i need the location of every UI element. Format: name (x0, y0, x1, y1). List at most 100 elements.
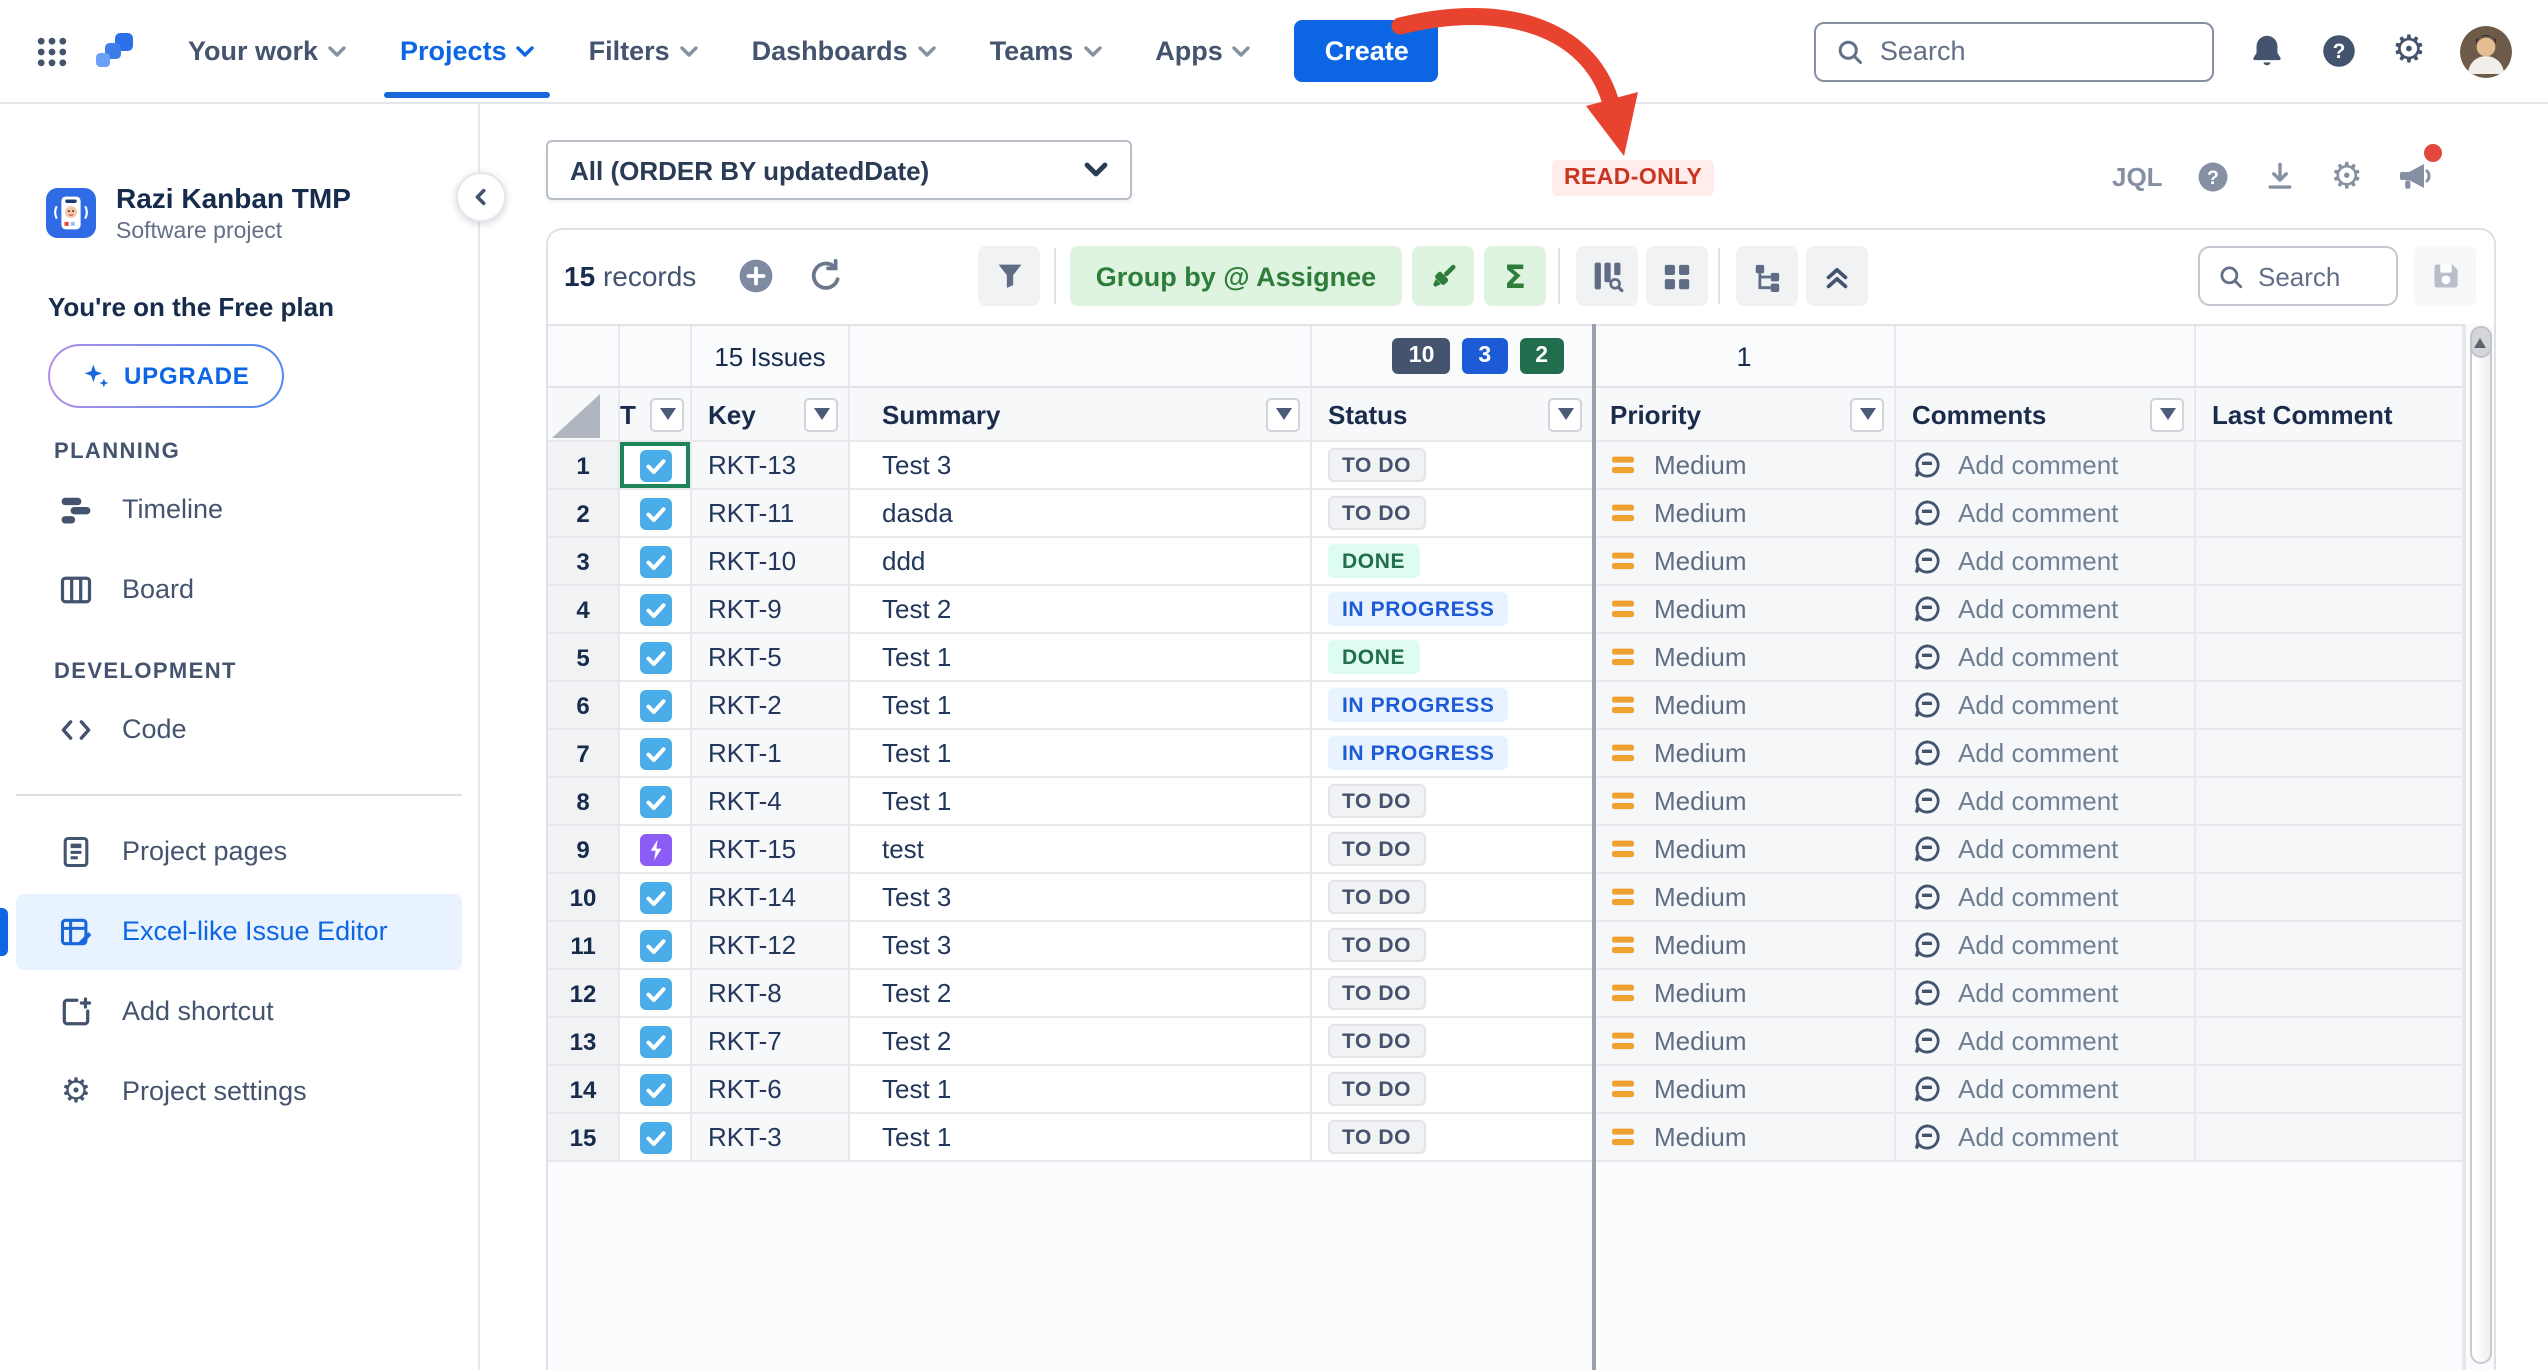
comments-cell[interactable]: Add comment (1896, 1114, 2196, 1162)
summary-cell[interactable]: test (850, 826, 1312, 874)
issue-type-cell[interactable] (620, 586, 692, 634)
collapse-all-icon[interactable] (1806, 246, 1868, 306)
summary-cell[interactable]: Test 3 (850, 922, 1312, 970)
download-icon[interactable] (2265, 160, 2297, 192)
key-cell[interactable]: RKT-9 (692, 586, 850, 634)
last-comment-cell[interactable] (2196, 634, 2464, 682)
status-cell[interactable]: TO DO (1312, 778, 1594, 826)
status-cell[interactable]: TO DO (1312, 1066, 1594, 1114)
announcements-megaphone-icon[interactable] (2397, 158, 2437, 194)
add-record-button[interactable] (738, 258, 774, 294)
jql-button[interactable]: JQL (2112, 161, 2163, 191)
hierarchy-tree-icon[interactable] (1736, 246, 1798, 306)
row-number-cell[interactable]: 13 (548, 1018, 620, 1066)
last-comment-cell[interactable] (2196, 1018, 2464, 1066)
upgrade-button[interactable]: UPGRADE (48, 344, 284, 408)
priority-cell[interactable]: Medium (1594, 682, 1896, 730)
summary-cell[interactable]: dasda (850, 490, 1312, 538)
key-cell[interactable]: RKT-8 (692, 970, 850, 1018)
summary-cell[interactable]: Test 3 (850, 442, 1312, 490)
comments-cell[interactable]: Add comment (1896, 826, 2196, 874)
status-cell[interactable]: TO DO (1312, 1114, 1594, 1162)
last-comment-cell[interactable] (2196, 874, 2464, 922)
row-number-cell[interactable]: 15 (548, 1114, 620, 1162)
priority-cell[interactable]: Medium (1594, 586, 1896, 634)
priority-cell[interactable]: Medium (1594, 442, 1896, 490)
sidebar-item-timeline[interactable]: Timeline (16, 472, 462, 548)
row-number-cell[interactable]: 11 (548, 922, 620, 970)
select-all-corner-cell[interactable] (548, 388, 620, 442)
last-comment-cell[interactable] (2196, 586, 2464, 634)
status-cell[interactable]: IN PROGRESS (1312, 586, 1594, 634)
key-cell[interactable]: RKT-13 (692, 442, 850, 490)
priority-cell[interactable]: Medium (1594, 538, 1896, 586)
nav-item-your-work[interactable]: Your work (188, 36, 346, 66)
key-cell[interactable]: RKT-14 (692, 874, 850, 922)
issue-type-cell[interactable] (620, 682, 692, 730)
format-brush-icon[interactable] (1412, 246, 1474, 306)
key-cell[interactable]: RKT-5 (692, 634, 850, 682)
save-button[interactable] (2414, 246, 2476, 306)
grid-settings-gear-icon[interactable]: ⚙ (2331, 158, 2363, 194)
summary-cell[interactable]: Test 1 (850, 682, 1312, 730)
nav-item-apps[interactable]: Apps (1155, 36, 1251, 66)
status-cell[interactable]: TO DO (1312, 826, 1594, 874)
issue-type-cell[interactable] (620, 1114, 692, 1162)
summary-cell[interactable]: Test 2 (850, 970, 1312, 1018)
key-cell[interactable]: RKT-7 (692, 1018, 850, 1066)
priority-cell[interactable]: Medium (1594, 634, 1896, 682)
last-comment-cell[interactable] (2196, 730, 2464, 778)
refresh-icon[interactable] (808, 258, 844, 294)
comments-cell[interactable]: Add comment (1896, 1018, 2196, 1066)
sidebar-item-add-shortcut[interactable]: Add shortcut (16, 974, 462, 1050)
settings-gear-icon[interactable]: ⚙ (2392, 32, 2426, 70)
row-number-cell[interactable]: 4 (548, 586, 620, 634)
row-number-cell[interactable]: 7 (548, 730, 620, 778)
row-number-cell[interactable]: 2 (548, 490, 620, 538)
summary-cell[interactable]: Test 2 (850, 586, 1312, 634)
global-search-input[interactable]: Search (1814, 21, 2214, 81)
status-cell[interactable]: IN PROGRESS (1312, 730, 1594, 778)
app-switcher-icon[interactable] (36, 35, 68, 67)
scrollbar-up-arrow[interactable] (2469, 326, 2491, 358)
summary-cell[interactable]: Test 3 (850, 874, 1312, 922)
row-number-cell[interactable]: 9 (548, 826, 620, 874)
priority-cell[interactable]: Medium (1594, 778, 1896, 826)
row-number-cell[interactable]: 6 (548, 682, 620, 730)
summary-cell[interactable]: Test 2 (850, 1018, 1312, 1066)
key-cell[interactable]: RKT-2 (692, 682, 850, 730)
vertical-scrollbar[interactable] (2464, 324, 2494, 1370)
jira-logo-icon[interactable] (92, 29, 136, 73)
priority-cell[interactable]: Medium (1594, 490, 1896, 538)
user-avatar[interactable] (2460, 25, 2512, 77)
status-cell[interactable]: DONE (1312, 538, 1594, 586)
issue-type-cell[interactable] (620, 826, 692, 874)
column-header-last-comment[interactable]: Last Comment (2196, 388, 2464, 442)
priority-cell[interactable]: Medium (1594, 1114, 1896, 1162)
key-cell[interactable]: RKT-3 (692, 1114, 850, 1162)
last-comment-cell[interactable] (2196, 1066, 2464, 1114)
sidebar-collapse-button[interactable] (456, 172, 506, 222)
project-header[interactable]: Razi Kanban TMP Software project (0, 104, 478, 244)
key-cell[interactable]: RKT-6 (692, 1066, 850, 1114)
issue-type-cell[interactable] (620, 1066, 692, 1114)
column-header-comments[interactable]: Comments (1896, 388, 2196, 442)
status-cell[interactable]: TO DO (1312, 490, 1594, 538)
key-cell[interactable]: RKT-4 (692, 778, 850, 826)
comments-cell[interactable]: Add comment (1896, 490, 2196, 538)
column-filter-dropdown-button[interactable] (2150, 397, 2184, 431)
comments-cell[interactable]: Add comment (1896, 970, 2196, 1018)
last-comment-cell[interactable] (2196, 442, 2464, 490)
row-number-cell[interactable]: 8 (548, 778, 620, 826)
issue-type-cell[interactable] (620, 778, 692, 826)
card-view-icon[interactable] (1646, 246, 1708, 306)
sidebar-item-board[interactable]: Board (16, 552, 462, 628)
last-comment-cell[interactable] (2196, 538, 2464, 586)
comments-cell[interactable]: Add comment (1896, 634, 2196, 682)
key-cell[interactable]: RKT-15 (692, 826, 850, 874)
status-cell[interactable]: TO DO (1312, 442, 1594, 490)
saved-filter-select[interactable]: All (ORDER BY updatedDate) (546, 140, 1132, 200)
grid-search-input[interactable]: Search (2198, 246, 2398, 306)
column-header-status[interactable]: Status (1312, 388, 1594, 442)
summary-cell[interactable]: Test 1 (850, 1114, 1312, 1162)
